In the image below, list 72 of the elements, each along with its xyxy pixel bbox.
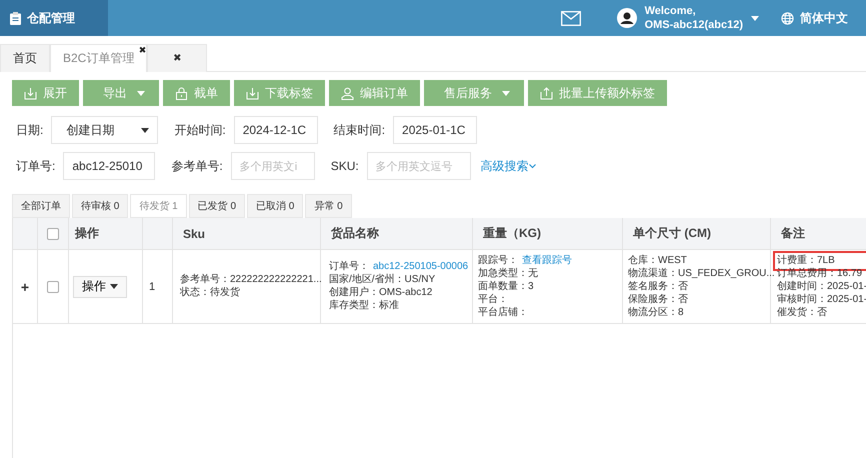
- detail-text: 平台店铺：: [478, 306, 529, 318]
- filter-label: 参考单号:: [171, 158, 223, 174]
- caret-icon: [751, 16, 759, 20]
- caret-icon: [141, 128, 150, 132]
- column-header: 货品名称: [321, 218, 473, 250]
- detail-link[interactable]: 查看跟踪号: [522, 254, 572, 266]
- column-header: 单个尺寸 (CM): [623, 218, 771, 250]
- status-tab[interactable]: 全部订单: [12, 194, 70, 218]
- download-icon: [24, 86, 37, 100]
- page-tab[interactable]: ✖: [147, 44, 208, 72]
- lock-icon: [175, 86, 188, 100]
- column-header: 操作: [69, 218, 143, 250]
- input-field[interactable]: 2024-12-1C: [234, 116, 318, 144]
- caret-icon: [502, 90, 510, 96]
- detail-text: 创建用户：OMS-abc12: [329, 287, 434, 299]
- detail-text: 国家/地区/省州：US/NY: [329, 274, 436, 286]
- column-header: 重量（KG): [473, 218, 623, 250]
- detail-text: 催发货：否: [777, 306, 828, 318]
- detail-text: 面单数量：3: [478, 280, 535, 292]
- download-icon: [246, 86, 259, 100]
- detail-text: 订单总费用：16.79: [777, 268, 864, 280]
- chevron-down-icon[interactable]: [528, 164, 536, 168]
- filter-label: 开始时间:: [174, 122, 226, 138]
- status-tab[interactable]: 待发货 1: [130, 194, 187, 218]
- input-field[interactable]: abc12-25010: [63, 152, 156, 180]
- date-select[interactable]: 创建日期: [51, 116, 158, 144]
- detail-link[interactable]: abc12-250105-00006: [373, 261, 468, 272]
- status-tab[interactable]: 已取消 0: [247, 194, 304, 218]
- detail-text: 平台：: [478, 294, 509, 306]
- upload-icon: [540, 86, 553, 100]
- detail-text: 仓库：WEST: [628, 254, 688, 266]
- user-name[interactable]: OMS-abc12(abc12): [644, 18, 743, 32]
- input-field[interactable]: 2025-01-1C: [393, 116, 478, 144]
- advanced-search-link[interactable]: 高级搜索: [480, 158, 529, 174]
- filter-label: 日期:: [16, 122, 44, 138]
- detail-text: 加急类型：无: [478, 268, 539, 280]
- detail-line: 订单号： abc12-250105-00006: [329, 261, 468, 273]
- detail-text: 物流分区：8: [628, 306, 685, 318]
- detail-text: 状态：待发货: [180, 287, 241, 299]
- filter-label: 订单号:: [16, 158, 56, 174]
- detail-text: 保险服务：否: [628, 294, 689, 306]
- filter-label: 结束时间:: [334, 122, 386, 138]
- clipboard-icon: [10, 12, 21, 24]
- status-tab[interactable]: 异常 0: [305, 194, 352, 218]
- detail-text: 物流渠道：US_FEDEX_GROU...: [628, 268, 775, 280]
- detail-line: 跟踪号： 查看跟踪号: [478, 254, 572, 266]
- app-brand[interactable]: 仓配管理: [0, 0, 108, 36]
- caret-icon: [110, 284, 118, 289]
- detail-text: 参考单号：222222222222221...: [180, 274, 322, 286]
- status-tab[interactable]: 待审核 0: [72, 194, 128, 218]
- close-icon[interactable]: ✖: [138, 45, 146, 56]
- checkbox[interactable]: [47, 280, 59, 292]
- filter-label: SKU:: [330, 159, 359, 173]
- page-tab[interactable]: 首页: [0, 44, 50, 72]
- checkbox[interactable]: [47, 228, 59, 240]
- detail-text: 签名服务：否: [628, 280, 689, 292]
- page-tab[interactable]: B2C订单管理 ✖: [50, 44, 148, 72]
- column-header: 备注: [771, 218, 866, 250]
- expand-toggle[interactable]: +: [20, 278, 30, 294]
- action-button[interactable]: 操作: [73, 276, 127, 298]
- globe-icon: [781, 12, 794, 24]
- status-tab[interactable]: 已发货 0: [188, 194, 246, 218]
- caret-icon: [137, 90, 145, 96]
- user-icon: [341, 86, 354, 100]
- column-header: Sku: [173, 218, 321, 250]
- detail-text: 库存类型：标准: [329, 300, 400, 312]
- row-index: 1: [149, 280, 156, 292]
- welcome-text: Welcome,: [644, 4, 697, 18]
- app-title: 仓配管理: [27, 10, 75, 26]
- avatar-icon: [616, 8, 637, 28]
- language-selector[interactable]: 简体中文: [800, 10, 848, 26]
- mail-icon[interactable]: [560, 10, 581, 26]
